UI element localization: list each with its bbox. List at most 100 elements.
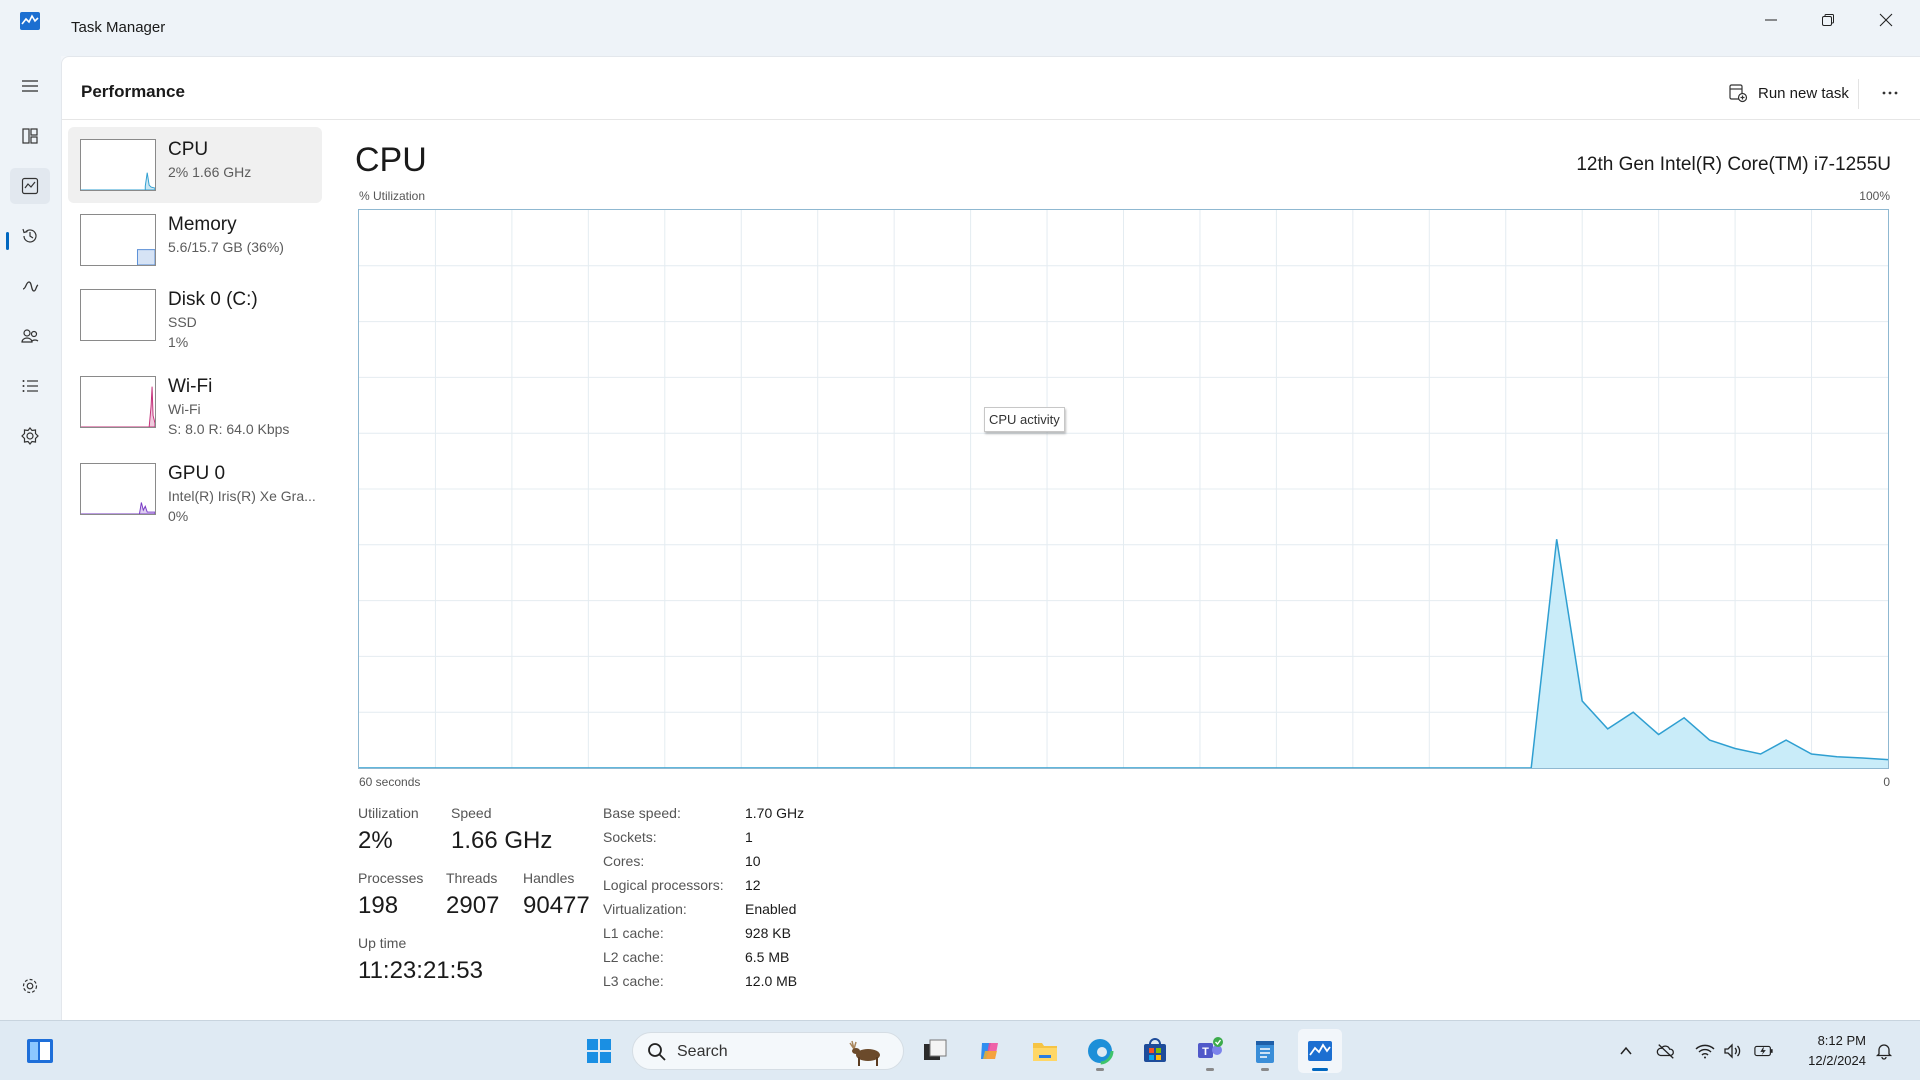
resource-name: Disk 0 (C:) [168,289,258,310]
task-manager-icon [1308,1041,1332,1061]
active-nav-indicator [6,232,9,250]
widgets-button[interactable] [18,1029,62,1073]
battery-status[interactable] [1754,1041,1774,1061]
clock-time[interactable]: 8:12 PM [1818,1033,1866,1048]
resource-detail: Wi-Fi [168,401,201,417]
task-view-button[interactable] [913,1029,957,1073]
resource-detail: SSD [168,314,197,330]
taskbar: Search T 8:12 PM 12/2/2024 [0,1020,1920,1080]
resource-item-wi-fi[interactable]: Wi-Fi Wi-Fi S: 8.0 R: 64.0 Kbps [68,364,322,440]
nav-processes[interactable] [10,118,50,154]
task-manager-taskbar-button[interactable] [1298,1029,1342,1073]
page-title: Performance [81,82,185,101]
nav-services[interactable] [10,418,50,454]
navigation-rail [0,56,61,1020]
handles-label: Handles [523,870,575,886]
close-button[interactable] [1858,0,1914,40]
run-new-task-label: Run new task [1758,84,1849,102]
resource-thumbnail-graph [80,376,156,428]
resource-item-gpu-0[interactable]: GPU 0 Intel(R) Iris(R) Xe Gra... 0% [68,451,322,527]
thumbnail-sparkline [81,290,155,340]
search-icon [648,1043,666,1061]
cpu-model: 12th Gen Intel(R) Core(TM) i7-1255U [1576,154,1891,175]
thumbnail-sparkline [81,502,155,514]
resource-detail: Intel(R) Iris(R) Xe Gra... [168,488,316,504]
spec-label: Cores: [603,853,645,869]
speed-label: Speed [451,805,492,821]
restore-button[interactable] [1800,0,1856,40]
notepad-icon [1256,1041,1274,1063]
nav-settings[interactable] [10,968,50,1004]
resource-thumbnail-graph [80,289,156,341]
spec-label: L3 cache: [603,973,664,989]
copilot-button[interactable] [968,1029,1012,1073]
nav-startup-apps[interactable] [10,268,50,304]
utilization-label: Utilization [358,805,419,821]
resource-item-memory[interactable]: Memory 5.6/15.7 GB (36%) [68,202,322,278]
header-divider [1858,79,1859,109]
nav-details[interactable] [10,368,50,404]
hamburger-menu-icon [22,80,38,92]
spec-label: L2 cache: [603,949,664,965]
run-new-task-button[interactable]: Run new task [1718,75,1859,111]
volume-control[interactable] [1723,1041,1743,1061]
sparkline-area [81,386,155,427]
network-status[interactable] [1695,1041,1715,1061]
copilot-icon [981,1043,998,1059]
more-options-button[interactable] [1872,75,1908,111]
show-hidden-icons-button[interactable] [1616,1041,1636,1061]
edge-browser-icon [1086,1037,1114,1065]
bell-icon [1875,1044,1893,1060]
moose-highlight-icon [849,1040,880,1066]
page-header: Performance Run new task [62,57,1920,120]
nav-app-history[interactable] [10,218,50,254]
teams-button[interactable]: T [1188,1029,1232,1073]
nav-users[interactable] [10,318,50,354]
menu-button[interactable] [10,68,50,104]
cpu-activity-tooltip: CPU activity [984,407,1065,432]
spec-label: Sockets: [603,829,657,845]
teams-icon: T [1198,1037,1223,1058]
gear-icon [22,978,38,994]
minimize-icon [1765,19,1777,21]
sparkline-area [136,249,155,265]
resource-item-disk-0-c[interactable]: Disk 0 (C:) SSD 1% [68,277,322,353]
processes-icon [22,128,38,144]
resource-name: Memory [168,214,237,235]
clock-date[interactable]: 12/2/2024 [1808,1053,1866,1068]
spec-value: 12 [745,877,761,893]
threads-value: 2907 [446,892,500,919]
resource-thumbnail-graph [80,214,156,266]
notifications-button[interactable] [1874,1041,1894,1061]
file-explorer-button[interactable] [1023,1029,1067,1073]
resource-thumbnail-graph [80,463,156,515]
speaker-icon [1724,1043,1741,1059]
widgets-icon [27,1039,53,1063]
y-axis-max-label: 100% [1859,189,1890,203]
spec-value: 1.70 GHz [745,805,805,821]
threads-label: Threads [446,870,498,886]
store-button[interactable] [1133,1029,1177,1073]
notepad-button[interactable] [1243,1029,1287,1073]
chevron-up-icon [1620,1046,1632,1055]
nav-performance[interactable] [10,168,50,204]
performance-icon [21,177,39,195]
more-icon [1882,91,1898,95]
resource-detail: S: 8.0 R: 64.0 Kbps [168,421,290,437]
minimize-button[interactable] [1743,0,1799,40]
spec-value: 6.5 MB [745,949,790,965]
running-indicator [1261,1068,1269,1071]
onedrive-status[interactable] [1656,1041,1676,1061]
svg-text:T: T [1202,1046,1209,1058]
start-button[interactable] [577,1029,621,1073]
window-title: Task Manager [71,19,166,36]
thumbnail-sparkline [81,386,155,427]
uptime-label: Up time [358,935,407,951]
resource-item-cpu[interactable]: CPU 2% 1.66 GHz [68,127,322,203]
cpu-graph[interactable] [358,209,1889,769]
edge-button[interactable] [1078,1029,1122,1073]
users-icon [21,329,39,343]
spec-value: 928 KB [745,925,791,941]
cpu-title: CPU [355,141,427,179]
taskbar-search[interactable]: Search [632,1032,904,1070]
